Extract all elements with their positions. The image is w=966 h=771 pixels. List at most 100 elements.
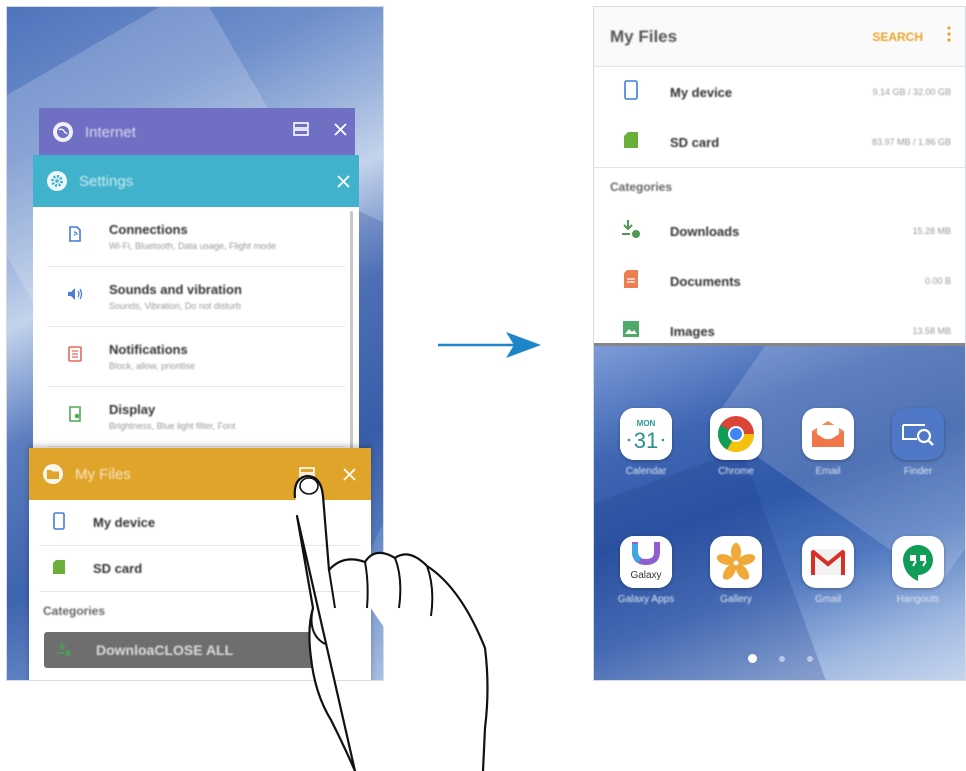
app-gallery[interactable]: Gallery: [696, 536, 776, 605]
settings-item-connections[interactable]: Connections Wi-Fi, Bluetooth, Data usage…: [47, 207, 345, 267]
galaxy-badge: Galaxy: [630, 570, 661, 581]
sd-card-icon: [618, 131, 644, 154]
settings-item-title: Notifications: [109, 342, 188, 357]
settings-list: Connections Wi-Fi, Bluetooth, Data usage…: [33, 207, 359, 461]
category-label: Documents: [670, 273, 741, 289]
notifications-icon: [51, 345, 99, 368]
sd-card-icon: [39, 559, 79, 579]
app-label: Hangouts: [896, 594, 940, 605]
page-indicator: [594, 654, 965, 663]
close-icon[interactable]: [336, 172, 351, 195]
category-item-downloads[interactable]: Downloads 15.28 MB: [594, 206, 965, 256]
app-email[interactable]: Email: [788, 408, 868, 477]
category-item-documents[interactable]: Documents 0.00 B: [594, 256, 965, 306]
email-icon: [802, 408, 854, 460]
arrow-right-icon: [438, 330, 543, 365]
connections-icon: [51, 225, 99, 248]
settings-item-subtitle: Brightness, Blue light filter, Font: [109, 421, 236, 431]
storage-label: SD card: [670, 134, 720, 150]
settings-item-notifications[interactable]: Notifications Block, allow, prioritise: [47, 327, 345, 387]
settings-item-display[interactable]: Display Brightness, Blue light filter, F…: [47, 387, 345, 447]
card-title: Internet: [85, 123, 136, 141]
app-chrome[interactable]: Chrome: [696, 408, 776, 477]
category-size: 15.28 MB: [912, 226, 951, 236]
settings-item-sounds[interactable]: Sounds and vibration Sounds, Vibration, …: [47, 267, 345, 327]
storage-size: 83.97 MB / 1.86 GB: [871, 137, 951, 147]
files-item-label: My device: [93, 515, 156, 530]
chrome-icon: [710, 408, 762, 460]
storage-item-sd-card[interactable]: SD card 83.97 MB / 1.86 GB: [594, 117, 965, 167]
app-label: Calendar: [625, 466, 667, 477]
galaxy-apps-icon: Galaxy: [620, 536, 672, 588]
settings-item-title: Connections: [109, 222, 188, 237]
app-label: Galaxy Apps: [617, 594, 675, 605]
close-icon[interactable]: [333, 120, 348, 143]
app-label: Gallery: [720, 594, 752, 605]
gallery-icon: [710, 536, 762, 588]
display-icon: [51, 405, 99, 428]
home-screen: MON 31 Calendar Chrome Email Finder Gala…: [594, 346, 965, 680]
app-label: Email: [815, 466, 841, 477]
calendar-day: 31: [634, 428, 658, 453]
category-size: 13.58 MB: [912, 326, 951, 336]
gear-icon: [47, 171, 67, 191]
app-label: Finder: [903, 466, 933, 477]
folder-icon: [43, 464, 63, 484]
pointing-hand-icon: [285, 458, 495, 771]
storage-item-my-device[interactable]: My device 9.14 GB / 32.00 GB: [594, 67, 965, 117]
phone-icon: [618, 79, 644, 105]
close-all-label: CLOSE ALL: [154, 642, 234, 658]
settings-item-subtitle: Block, allow, prioritise: [109, 361, 196, 371]
category-item-images[interactable]: Images 13.58 MB: [594, 306, 965, 345]
image-icon: [618, 320, 644, 343]
page-dot[interactable]: [779, 655, 785, 662]
card-header: Settings: [33, 155, 359, 207]
hangouts-icon: [892, 536, 944, 588]
categories-header: Categories: [610, 180, 673, 194]
page-title: My Files: [610, 26, 678, 46]
page-dot[interactable]: [807, 655, 813, 662]
app-finder[interactable]: Finder: [878, 408, 958, 477]
page-dot-active[interactable]: [748, 654, 757, 663]
illustration: Internet Settings Connections Wi-Fi, Blu…: [0, 0, 966, 771]
downloads-label: Downloa: [96, 642, 155, 658]
settings-item-subtitle: Sounds, Vibration, Do not disturb: [109, 301, 241, 311]
document-icon: [618, 269, 644, 294]
app-label: Chrome: [718, 466, 754, 477]
app-galaxy-apps[interactable]: Galaxy Galaxy Apps: [606, 536, 686, 605]
split-screen-result: My Files SEARCH My device 9.14 GB / 32.0…: [593, 6, 966, 681]
phone-icon: [39, 511, 79, 534]
settings-item-title: Display: [109, 402, 156, 417]
globe-icon: [53, 122, 73, 142]
recent-card-settings[interactable]: Settings Connections Wi-Fi, Bluetooth, D…: [33, 155, 359, 475]
download-icon: [44, 641, 84, 660]
files-item-label: SD card: [93, 561, 143, 576]
app-label: Gmail: [814, 594, 842, 605]
close-all-button[interactable]: Downloa CLOSE ALL: [44, 632, 314, 668]
calendar-weekday: MON: [637, 419, 656, 428]
search-button[interactable]: SEARCH: [872, 30, 923, 44]
sound-icon: [51, 286, 99, 307]
scrollbar[interactable]: [350, 211, 353, 461]
card-title: My Files: [75, 465, 131, 483]
my-files-window: My Files SEARCH My device 9.14 GB / 32.0…: [594, 7, 965, 345]
calendar-icon: MON 31: [620, 408, 672, 460]
category-size: 0.00 B: [924, 276, 951, 286]
storage-label: My device: [670, 84, 733, 100]
settings-item-title: Sounds and vibration: [109, 282, 242, 297]
card-title: Settings: [79, 172, 134, 190]
download-icon: [618, 219, 644, 244]
gmail-icon: [802, 536, 854, 588]
category-label: Images: [670, 323, 715, 339]
split-screen-icon[interactable]: [293, 120, 309, 143]
finder-icon: [892, 408, 944, 460]
storage-size: 9.14 GB / 32.00 GB: [872, 87, 951, 97]
card-header: Internet: [39, 108, 355, 156]
app-hangouts[interactable]: Hangouts: [878, 536, 958, 605]
app-gmail[interactable]: Gmail: [788, 536, 868, 605]
more-options-icon[interactable]: [947, 26, 951, 47]
settings-item-subtitle: Wi-Fi, Bluetooth, Data usage, Flight mod…: [109, 241, 277, 251]
my-files-header: My Files SEARCH: [594, 7, 965, 67]
category-label: Downloads: [670, 223, 740, 239]
app-calendar[interactable]: MON 31 Calendar: [606, 408, 686, 477]
